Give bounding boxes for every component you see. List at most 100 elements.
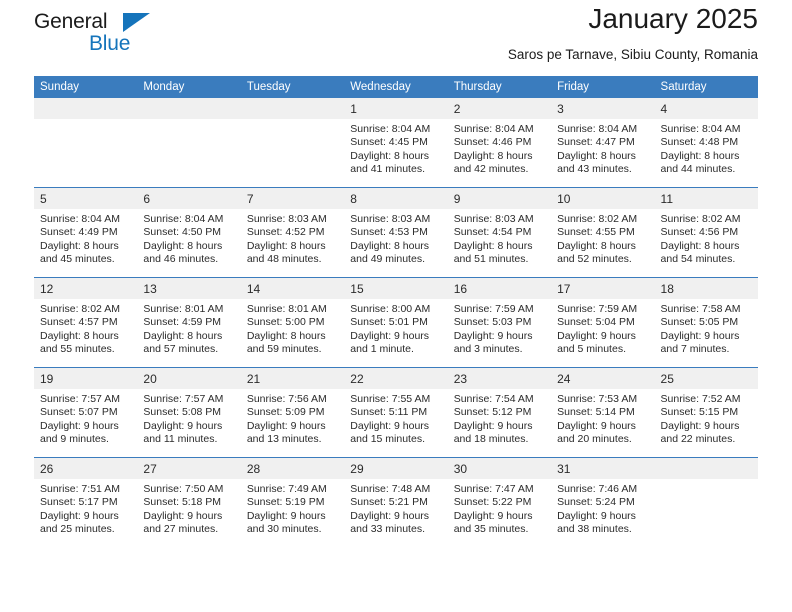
calendar-day-cell[interactable]: 15 Sunrise: 8:00 AM Sunset: 5:01 PM Dayligh…: [344, 277, 448, 368]
calendar-day-cell[interactable]: 23 Sunrise: 7:54 AM Sunset: 5:12 PM Dayligh…: [447, 367, 552, 458]
day-cell-inner: 31 Sunrise: 7:46 AM Sunset: 5:24 PM Dayligh…: [551, 458, 655, 547]
day-number: 18: [654, 278, 758, 299]
triangle-icon: [123, 13, 150, 32]
day-number: 21: [240, 368, 345, 389]
calendar-day-cell[interactable]: 9 Sunrise: 8:03 AM Sunset: 4:54 PM Daylight…: [447, 187, 552, 278]
day-daylight-2-text: and 33 minutes.: [350, 523, 425, 536]
calendar-day-cell[interactable]: 11 Sunrise: 8:02 AM Sunset: 4:56 PM Dayligh…: [654, 187, 758, 278]
day-sun-info: Sunrise: 7:53 AM Sunset: 5:14 PM Daylight:…: [551, 389, 654, 447]
day-sun-info: Sunrise: 8:03 AM Sunset: 4:53 PM Daylight:…: [344, 209, 447, 267]
calendar-day-cell[interactable]: 5 Sunrise: 8:04 AM Sunset: 4:49 PM Daylight…: [34, 187, 138, 278]
day-daylight-2-text: and 22 minutes.: [660, 433, 736, 446]
day-sunrise-text: Sunrise: 8:04 AM: [660, 123, 741, 135]
day-daylight-2-text: and 13 minutes.: [246, 433, 322, 446]
calendar-day-cell[interactable]: 6 Sunrise: 8:04 AM Sunset: 4:50 PM Daylight…: [137, 187, 241, 278]
day-daylight-1-text: Daylight: 9 hours: [350, 329, 430, 342]
day-number: 2: [447, 98, 552, 119]
calendar-day-cell[interactable]: 16 Sunrise: 7:59 AM Sunset: 5:03 PM Dayligh…: [447, 277, 552, 368]
day-sunset-text: Sunset: 5:17 PM: [40, 496, 118, 509]
day-number: 4: [654, 98, 758, 119]
calendar-day-cell[interactable]: 8 Sunrise: 8:03 AM Sunset: 4:53 PM Daylight…: [344, 187, 448, 278]
calendar-day-cell[interactable]: 30 Sunrise: 7:47 AM Sunset: 5:22 PM Dayligh…: [447, 457, 552, 547]
calendar-day-cell[interactable]: 1 Sunrise: 8:04 AM Sunset: 4:45 PM Daylight…: [344, 98, 448, 188]
day-sunrise-text: Sunrise: 7:59 AM: [453, 303, 534, 315]
day-daylight-2-text: and 18 minutes.: [453, 433, 529, 446]
weekday-header-tuesday: Tuesday: [240, 76, 345, 98]
day-sunset-text: Sunset: 5:15 PM: [660, 406, 739, 419]
calendar-day-cell[interactable]: 24 Sunrise: 7:53 AM Sunset: 5:14 PM Dayligh…: [551, 367, 655, 458]
day-number: [654, 458, 758, 479]
calendar-day-cell[interactable]: 17 Sunrise: 7:59 AM Sunset: 5:04 PM Dayligh…: [551, 277, 655, 368]
day-cell-inner: 6 Sunrise: 8:04 AM Sunset: 4:50 PM Daylight…: [137, 188, 241, 277]
page-header: General Blue January 2025 Saros pe Tarna…: [34, 0, 758, 76]
day-sunrise-text: Sunrise: 7:59 AM: [557, 303, 638, 315]
day-cell-inner: 16 Sunrise: 7:59 AM Sunset: 5:03 PM Dayligh…: [447, 278, 552, 367]
weekday-header-sunday: Sunday: [34, 76, 138, 98]
calendar-day-cell[interactable]: 20 Sunrise: 7:57 AM Sunset: 5:08 PM Dayligh…: [137, 367, 241, 458]
day-sun-info: Sunrise: 8:01 AM Sunset: 5:00 PM Daylight:…: [241, 299, 344, 357]
calendar-day-cell[interactable]: [654, 457, 758, 547]
day-cell-inner: 29 Sunrise: 7:48 AM Sunset: 5:21 PM Dayligh…: [344, 458, 448, 547]
day-sunset-text: Sunset: 5:07 PM: [40, 406, 118, 419]
calendar-day-cell[interactable]: [137, 98, 241, 188]
day-sun-info: Sunrise: 8:04 AM Sunset: 4:50 PM Daylight:…: [137, 209, 240, 267]
day-sunset-text: Sunset: 5:12 PM: [453, 406, 532, 419]
calendar-day-cell[interactable]: 27 Sunrise: 7:50 AM Sunset: 5:18 PM Dayligh…: [137, 457, 241, 547]
day-sun-info: Sunrise: 7:54 AM Sunset: 5:12 PM Daylight:…: [448, 389, 551, 447]
day-sun-info: Sunrise: 7:51 AM Sunset: 5:17 PM Daylight:…: [34, 479, 137, 537]
day-number: [240, 98, 345, 119]
calendar-day-cell[interactable]: 28 Sunrise: 7:49 AM Sunset: 5:19 PM Dayligh…: [240, 457, 345, 547]
calendar-day-cell[interactable]: [34, 98, 138, 188]
calendar-day-cell[interactable]: 26 Sunrise: 7:51 AM Sunset: 5:17 PM Dayligh…: [34, 457, 138, 547]
calendar-day-cell[interactable]: 10 Sunrise: 8:02 AM Sunset: 4:55 PM Dayligh…: [551, 187, 655, 278]
calendar-day-cell[interactable]: 29 Sunrise: 7:48 AM Sunset: 5:21 PM Dayligh…: [344, 457, 448, 547]
day-number: 11: [654, 188, 758, 209]
day-sun-info: Sunrise: 8:02 AM Sunset: 4:57 PM Daylight:…: [34, 299, 137, 357]
calendar-day-cell[interactable]: 2 Sunrise: 8:04 AM Sunset: 4:46 PM Daylight…: [447, 98, 552, 188]
day-daylight-2-text: and 51 minutes.: [453, 253, 529, 266]
day-number: 10: [551, 188, 655, 209]
calendar-day-cell[interactable]: 14 Sunrise: 8:01 AM Sunset: 5:00 PM Dayligh…: [240, 277, 345, 368]
weekday-header-thursday: Thursday: [447, 76, 552, 98]
calendar-day-cell[interactable]: 13 Sunrise: 8:01 AM Sunset: 4:59 PM Dayligh…: [137, 277, 241, 368]
calendar-day-cell[interactable]: 18 Sunrise: 7:58 AM Sunset: 5:05 PM Dayligh…: [654, 277, 758, 368]
day-daylight-1-text: Daylight: 9 hours: [557, 329, 636, 342]
day-sunrise-text: Sunrise: 7:54 AM: [453, 393, 534, 405]
calendar-day-cell[interactable]: 7 Sunrise: 8:03 AM Sunset: 4:52 PM Daylight…: [240, 187, 345, 278]
day-sunset-text: Sunset: 4:50 PM: [143, 226, 222, 239]
calendar-day-cell[interactable]: 4 Sunrise: 8:04 AM Sunset: 4:48 PM Daylight…: [654, 98, 758, 188]
calendar-day-cell[interactable]: 25 Sunrise: 7:52 AM Sunset: 5:15 PM Dayligh…: [654, 367, 758, 458]
calendar-day-cell[interactable]: 3 Sunrise: 8:04 AM Sunset: 4:47 PM Daylight…: [551, 98, 655, 188]
day-cell-inner: 13 Sunrise: 8:01 AM Sunset: 4:59 PM Dayligh…: [137, 278, 241, 367]
day-number: 29: [344, 458, 448, 479]
day-daylight-2-text: and 45 minutes.: [40, 253, 115, 266]
day-sunset-text: Sunset: 4:47 PM: [557, 136, 635, 149]
day-number: 26: [34, 458, 138, 479]
calendar-day-cell[interactable]: 22 Sunrise: 7:55 AM Sunset: 5:11 PM Dayligh…: [344, 367, 448, 458]
calendar-day-cell[interactable]: 21 Sunrise: 7:56 AM Sunset: 5:09 PM Dayligh…: [240, 367, 345, 458]
day-sun-info: Sunrise: 7:59 AM Sunset: 5:03 PM Daylight:…: [448, 299, 551, 357]
calendar-day-cell[interactable]: 12 Sunrise: 8:02 AM Sunset: 4:57 PM Dayligh…: [34, 277, 138, 368]
day-sun-info: Sunrise: 7:50 AM Sunset: 5:18 PM Daylight:…: [137, 479, 240, 537]
day-daylight-1-text: Daylight: 8 hours: [246, 329, 326, 342]
day-sunset-text: Sunset: 4:54 PM: [453, 226, 532, 239]
page-title: January 2025: [588, 3, 758, 34]
day-sunset-text: Sunset: 5:04 PM: [557, 316, 635, 329]
day-cell-inner: 9 Sunrise: 8:03 AM Sunset: 4:54 PM Daylight…: [447, 188, 552, 277]
day-number: 12: [34, 278, 138, 299]
day-number: 14: [240, 278, 345, 299]
day-daylight-2-text: and 52 minutes.: [557, 253, 632, 266]
calendar-day-cell[interactable]: 31 Sunrise: 7:46 AM Sunset: 5:24 PM Dayligh…: [551, 457, 655, 547]
day-sunrise-text: Sunrise: 8:03 AM: [350, 213, 431, 225]
day-number: 15: [344, 278, 448, 299]
day-cell-inner: 27 Sunrise: 7:50 AM Sunset: 5:18 PM Dayligh…: [137, 458, 241, 547]
day-sun-info: Sunrise: 7:47 AM Sunset: 5:22 PM Daylight:…: [448, 479, 551, 537]
day-daylight-1-text: Daylight: 9 hours: [660, 419, 740, 432]
day-daylight-2-text: and 42 minutes.: [453, 163, 529, 176]
calendar-day-cell[interactable]: 19 Sunrise: 7:57 AM Sunset: 5:07 PM Dayligh…: [34, 367, 138, 458]
calendar-day-cell[interactable]: [240, 98, 345, 188]
day-daylight-2-text: and 44 minutes.: [660, 163, 736, 176]
day-sunset-text: Sunset: 5:22 PM: [453, 496, 532, 509]
calendar-week-row: 5 Sunrise: 8:04 AM Sunset: 4:49 PM Daylight…: [34, 187, 758, 278]
day-daylight-1-text: Daylight: 9 hours: [40, 509, 119, 522]
